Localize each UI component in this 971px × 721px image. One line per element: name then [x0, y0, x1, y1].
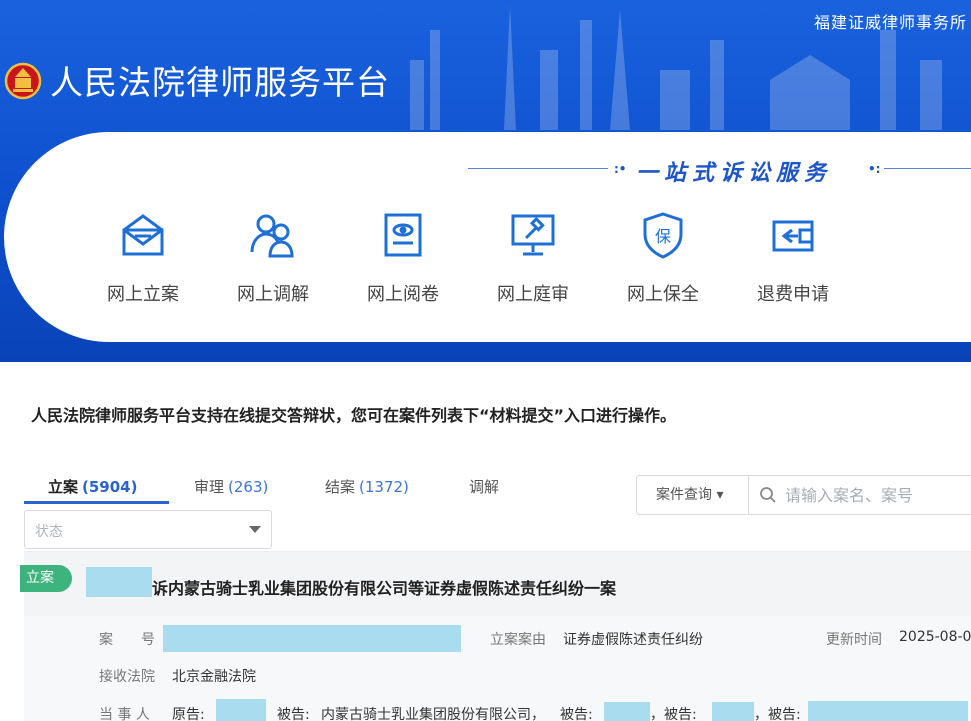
case-cause-value: 证券虚假陈述责任纠纷 — [563, 632, 703, 648]
service-label: 网上庭审 — [497, 284, 569, 305]
tab-count: (1372) — [359, 478, 409, 496]
case-search-box: 案件查询 ▾ — [636, 475, 971, 515]
case-number-label: 案 号 — [99, 632, 155, 648]
redacted-defendant — [712, 702, 754, 721]
status-placeholder: 状态 — [35, 524, 63, 540]
svg-text:保: 保 — [655, 227, 671, 246]
defendant-label: ，被告: — [650, 707, 697, 721]
defendant-label: ，被告: — [754, 707, 801, 721]
service-label: 网上立案 — [107, 284, 179, 305]
notice-text: 人民法院律师服务平台支持在线提交答辩状，您可在案件列表下“材料提交”入口进行操作… — [31, 406, 677, 425]
tab-label: 审理 — [194, 478, 225, 496]
parties-label: 当 事 人 — [99, 707, 150, 721]
mail-icon — [122, 214, 164, 256]
tab-label: 结案 — [325, 478, 356, 496]
case-title[interactable]: 诉内蒙古骑士乳业集团股份有限公司等证券虚假陈述责任纠纷一案 — [152, 575, 616, 599]
gavel-screen-icon — [511, 214, 555, 256]
refund-icon — [772, 220, 814, 252]
tab-label: 调解 — [469, 478, 500, 496]
header-banner: 福建证威律师事务所 人民法院律师服务平台 :• 一站式诉讼服务 •: 网上立案 … — [0, 0, 971, 362]
people-icon — [250, 214, 294, 258]
search-input[interactable] — [785, 480, 971, 510]
redacted-defendant — [604, 702, 650, 721]
redacted-case-number — [163, 625, 461, 652]
redacted-plaintiff — [216, 699, 266, 721]
slogan-divider-right — [884, 168, 971, 169]
service-online-hearing[interactable]: 网上庭审 — [478, 210, 588, 306]
platform-title: 人民法院律师服务平台 — [50, 63, 390, 102]
tab-mediation[interactable]: 调解 — [469, 476, 499, 497]
slogan-dots-right: •: — [868, 162, 881, 176]
service-online-preservation[interactable]: 保 网上保全 — [608, 210, 718, 306]
case-cause-label: 立案案由 — [490, 632, 546, 648]
redacted-defendant — [808, 701, 968, 721]
tab-count: (5904) — [82, 478, 138, 496]
tab-filing[interactable]: 立案 (5904) — [48, 476, 137, 497]
court-label: 接收法院 — [99, 669, 155, 685]
status-filter-select[interactable]: 状态 — [24, 510, 272, 549]
service-label: 网上调解 — [237, 284, 309, 305]
defendant-label: 被告: — [560, 707, 593, 721]
tab-count: (263) — [228, 478, 269, 496]
update-time-label: 更新时间 — [826, 632, 882, 648]
service-online-mediation[interactable]: 网上调解 — [218, 210, 328, 306]
court-emblem-icon — [4, 62, 42, 100]
defendant-1-name: 内蒙古骑士乳业集团股份有限公司， — [321, 707, 545, 721]
service-label: 退费申请 — [757, 284, 829, 305]
slogan-text: 一站式诉讼服务 — [636, 160, 833, 186]
court-value: 北京金融法院 — [172, 669, 256, 685]
slogan-divider-left — [468, 168, 608, 169]
search-type-dropdown[interactable]: 案件查询 ▾ — [637, 476, 749, 514]
chevron-down-icon — [249, 526, 261, 533]
slogan-dots-left: :• — [614, 162, 627, 176]
service-label: 网上保全 — [627, 284, 699, 305]
plaintiff-label: 原告: — [172, 707, 205, 721]
active-tab-underline — [24, 501, 169, 504]
service-online-filing[interactable]: 网上立案 — [88, 210, 198, 306]
tab-label: 立案 — [48, 478, 79, 496]
document-icon — [384, 213, 422, 257]
law-firm-name[interactable]: 福建证威律师事务所 — [814, 9, 967, 33]
service-refund-application[interactable]: 退费申请 — [738, 210, 848, 306]
update-time-value: 2025-08-0 — [899, 629, 971, 645]
redacted-plaintiff-name — [86, 567, 152, 597]
service-label: 网上阅卷 — [367, 284, 439, 305]
tab-closed[interactable]: 结案 (1372) — [325, 476, 409, 497]
case-status-badge: 立案 — [20, 565, 72, 592]
service-online-file-review[interactable]: 网上阅卷 — [348, 210, 458, 306]
defendant-label: 被告: — [277, 707, 310, 721]
search-icon[interactable] — [759, 486, 777, 504]
shield-bao-icon: 保 — [643, 212, 683, 259]
tab-trial[interactable]: 审理 (263) — [194, 476, 268, 497]
